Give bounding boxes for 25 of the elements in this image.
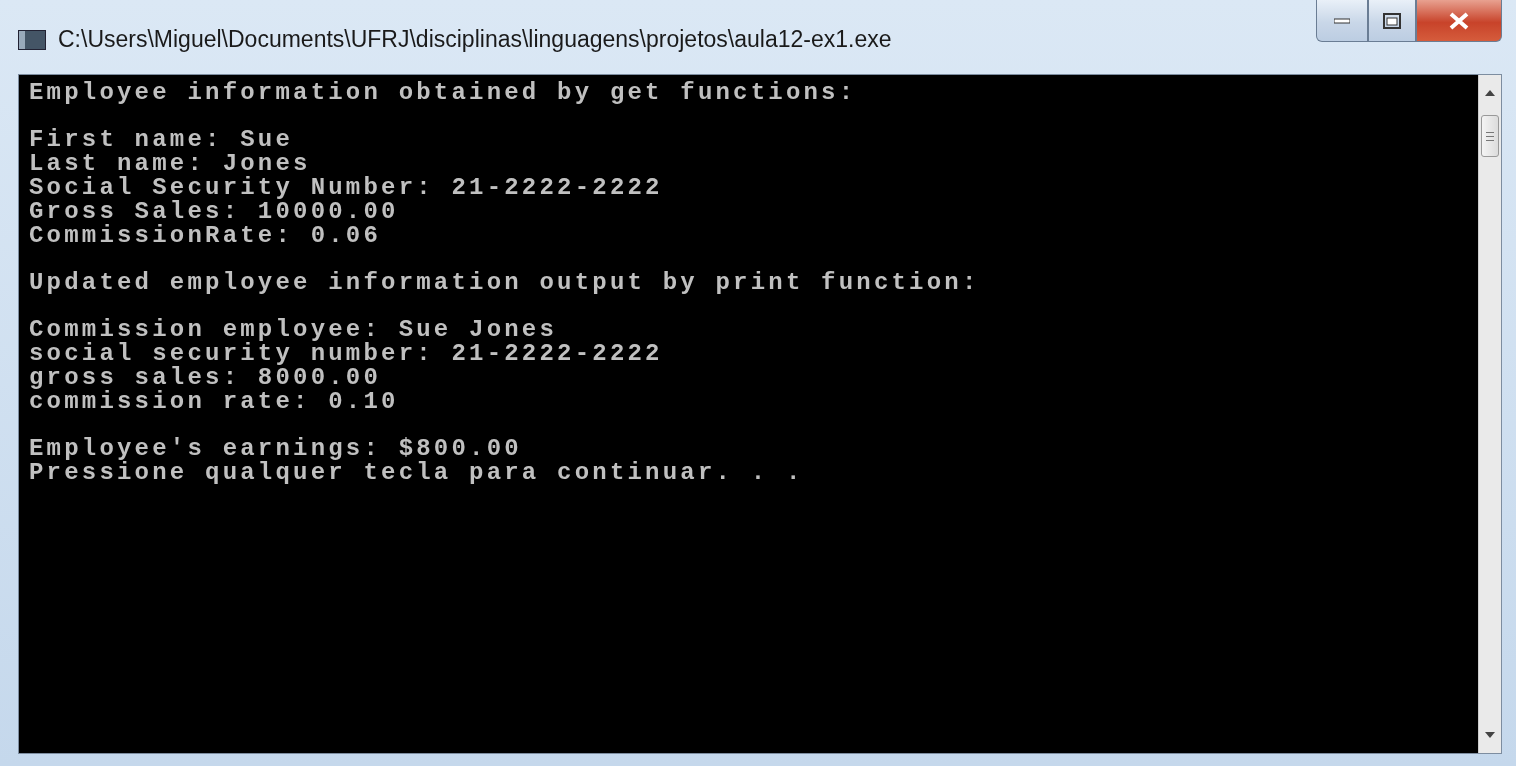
- console-line: Employee's earnings: $800.00: [29, 437, 523, 461]
- close-icon: [1448, 11, 1470, 30]
- scrollbar[interactable]: [1478, 75, 1501, 753]
- maximize-icon: [1383, 12, 1401, 29]
- console-line: commission rate: 0.10: [29, 390, 400, 414]
- minimize-button[interactable]: [1316, 0, 1368, 42]
- console-line: Pressione qualquer tecla para continuar. . .: [29, 461, 805, 485]
- console-line: Employee information obtained by get functions:: [29, 81, 858, 105]
- console-line: Social Security Number: 21-2222-2222: [29, 176, 664, 200]
- scroll-thumb[interactable]: [1481, 115, 1499, 157]
- console-line: First name: Sue: [29, 128, 295, 152]
- console-line: Commission employee: Sue Jones: [29, 318, 559, 342]
- console-line: CommissionRate: 0.06: [29, 224, 383, 248]
- up-arrow-icon: [1485, 90, 1495, 96]
- down-arrow-icon: [1485, 732, 1495, 738]
- console-icon: [18, 29, 46, 50]
- window-title: C:\Users\Miguel\Documents\UFRJ\disciplinas\linguagens\projetos\aula12-ex1.exe: [58, 26, 892, 53]
- console-line: Last name: Jones: [29, 152, 312, 176]
- console-line: gross sales: 8000.00: [29, 366, 383, 390]
- minimize-icon: [1334, 17, 1350, 24]
- console-line: social security number: 21-2222-2222: [29, 342, 664, 366]
- console-line: Gross Sales: 10000.00: [29, 200, 400, 224]
- console-line: Updated employee information output by print function:: [29, 271, 981, 295]
- maximize-button[interactable]: [1368, 0, 1416, 42]
- close-button[interactable]: [1416, 0, 1502, 42]
